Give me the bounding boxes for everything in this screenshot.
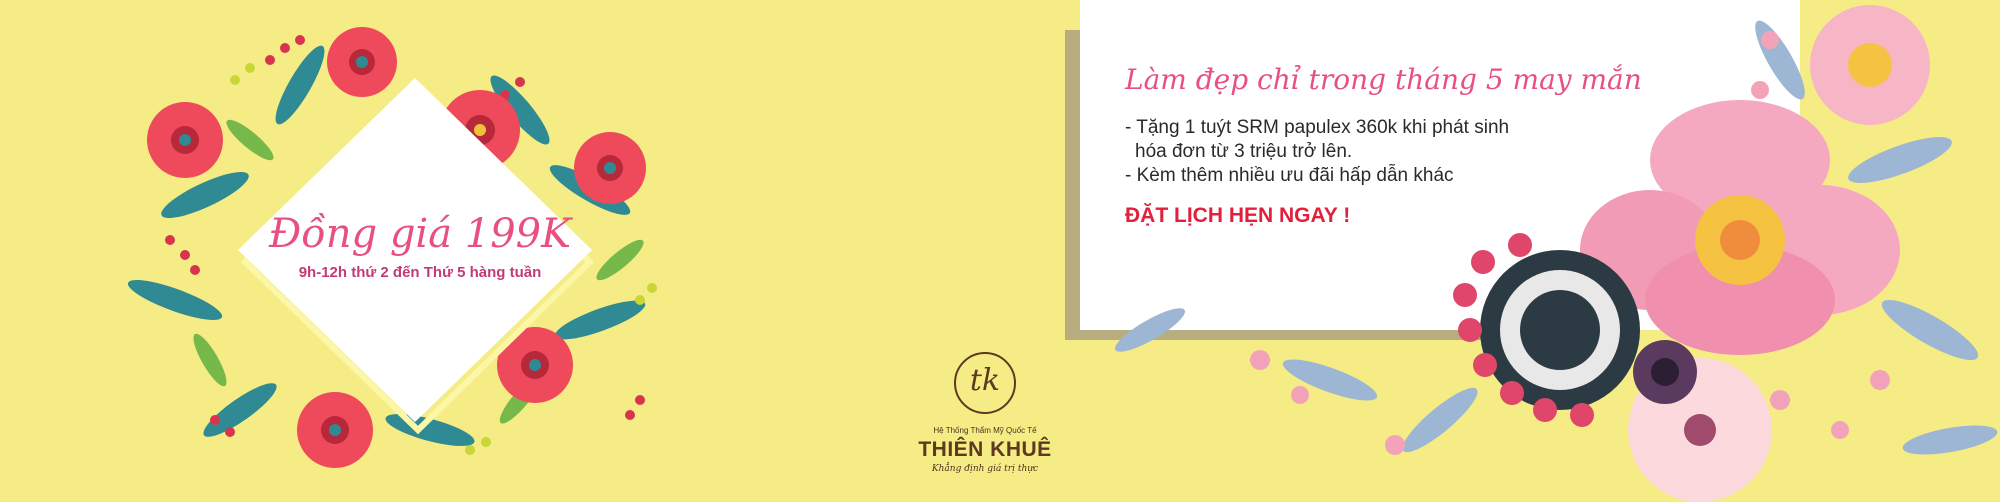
bullet-gift-line1: - Tặng 1 tuýt SRM papulex 360k khi phát … <box>1125 117 1510 138</box>
promo-schedule: 9h-12h thứ 2 đến Thứ 5 hàng tuần <box>298 264 542 281</box>
bullet-gift-line2: hóa đơn từ 3 triệu trở lên. <box>1135 141 1353 162</box>
logo-mark-letters: tk <box>969 363 1001 398</box>
logo-subtitle: Hệ Thống Thẩm Mỹ Quốc Tế <box>933 426 1037 435</box>
bullet-gift: - Tặng 1 tuýt SRM papulex 360k khi phát … <box>1125 116 1645 164</box>
promo-price-title: Đồng giá 199K <box>268 211 572 257</box>
logo-slogan: Khẳng định giá trị thực <box>931 464 1039 474</box>
card-title: Làm đẹp chỉ trong tháng 5 may mắn <box>1125 63 1642 96</box>
logo-name: THIÊN KHUÊ <box>918 438 1052 461</box>
brand-logo[interactable]: tk Hệ Thống Thẩm Mỹ Quốc Tế THIÊN KHUÊ K… <box>895 352 1075 474</box>
book-appointment-button[interactable]: ĐẶT LỊCH HẸN NGAY ! <box>1125 204 1350 228</box>
diamond-promo: Đồng giá 199K 9h-12h thứ 2 đến Thứ 5 hàn… <box>200 210 640 281</box>
promo-banner[interactable]: Đồng giá 199K 9h-12h thứ 2 đến Thứ 5 hàn… <box>0 0 2000 502</box>
card-content: Làm đẹp chỉ trong tháng 5 may mắn - Tặng… <box>1125 62 1645 228</box>
bullet-offers: - Kèm thêm nhiều ưu đãi hấp dẫn khác <box>1125 165 1454 186</box>
logo-mark-icon: tk <box>954 352 1016 414</box>
